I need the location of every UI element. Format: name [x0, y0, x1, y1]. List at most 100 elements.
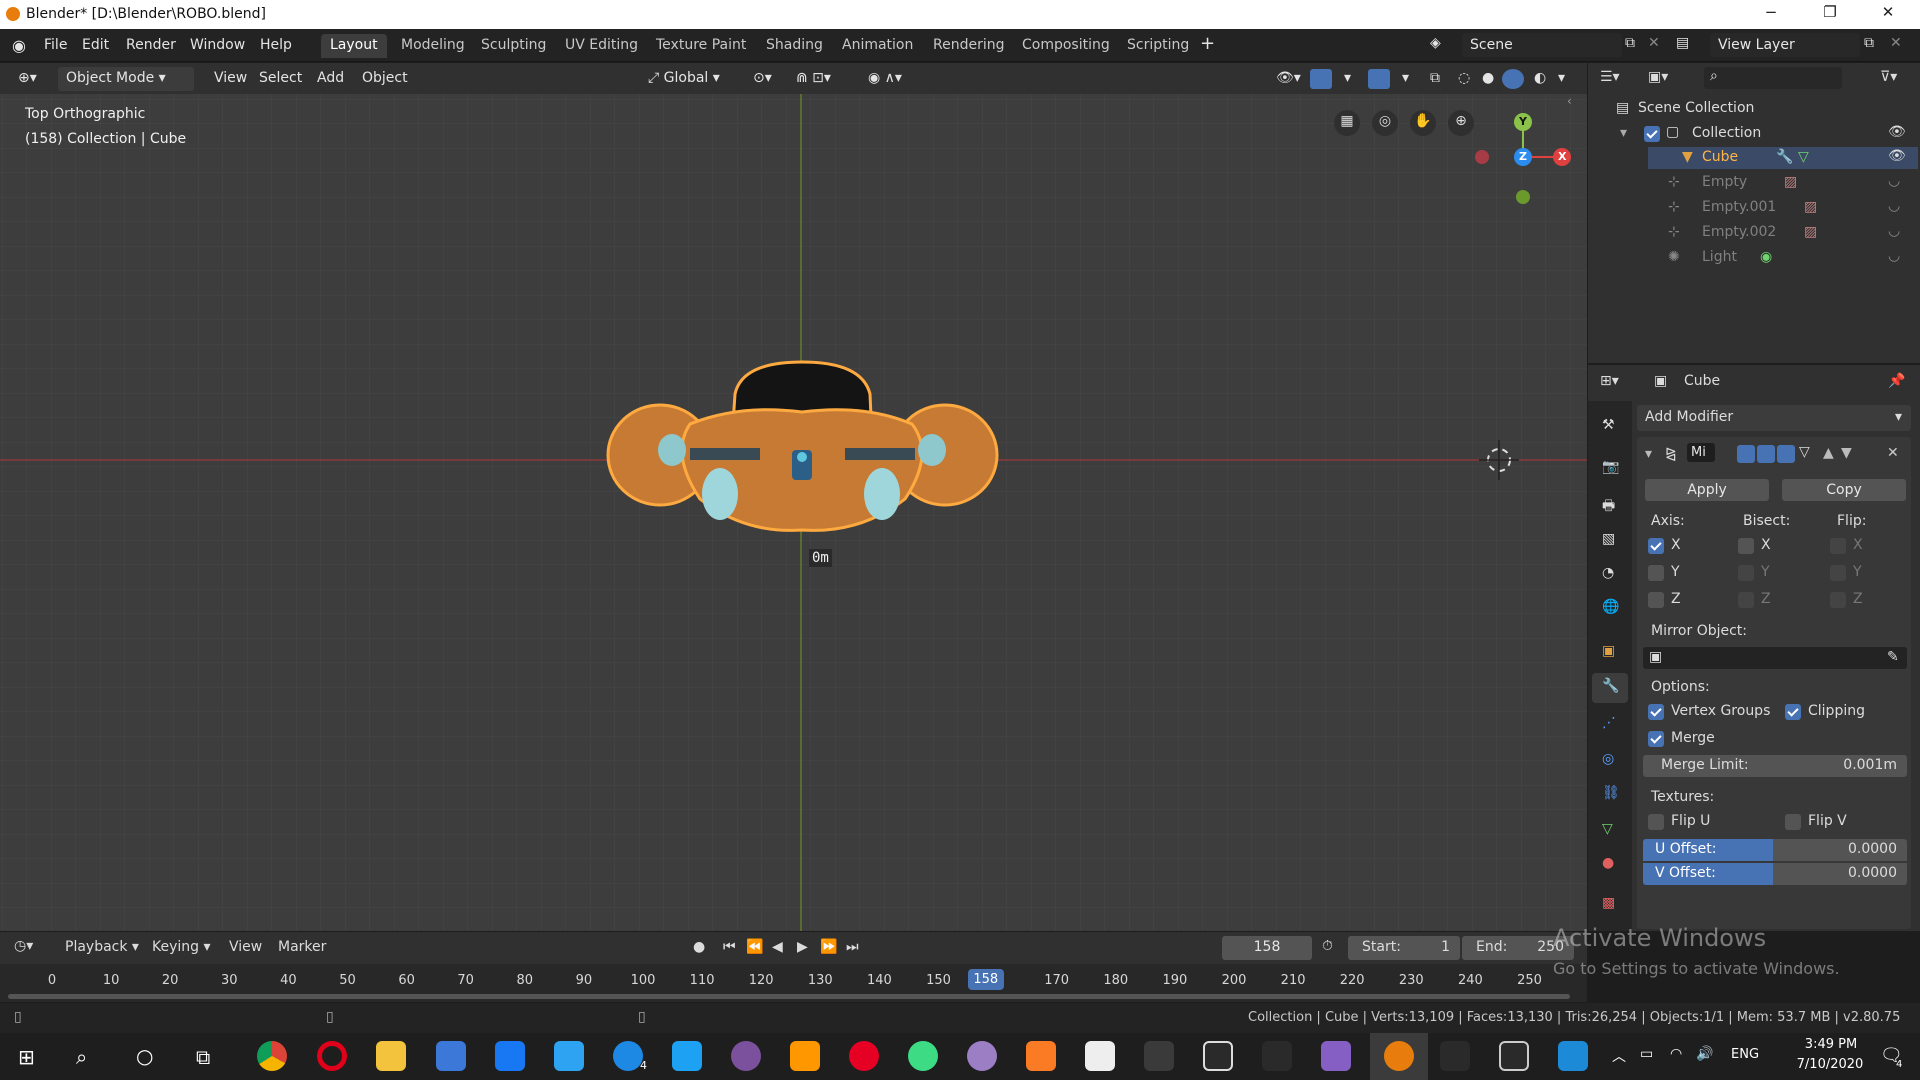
shading-dropdown-icon[interactable]: ▾ — [1550, 67, 1573, 91]
blender-menu-icon[interactable]: ◉ — [12, 36, 26, 55]
viber-icon[interactable] — [731, 1041, 761, 1071]
messenger-icon[interactable] — [613, 1041, 643, 1071]
notepad-icon[interactable] — [1085, 1041, 1115, 1071]
task-view-icon[interactable]: ⧉ — [196, 1045, 210, 1069]
tab-uv-editing[interactable]: UV Editing — [556, 34, 647, 58]
add-modifier-dropdown[interactable]: Add Modifier ▾ — [1637, 405, 1911, 431]
vertex-groups-checkbox[interactable] — [1648, 704, 1664, 720]
scene-tab-icon[interactable]: ◔ — [1602, 565, 1614, 581]
bisect-x-checkbox[interactable] — [1738, 538, 1754, 554]
close-button[interactable]: ✕ — [1873, 3, 1903, 25]
clock-time[interactable]: 3:49 PM — [1800, 1037, 1862, 1052]
pivot-icon[interactable]: ⊙▾ — [745, 67, 780, 91]
u-offset-slider[interactable]: U Offset: 0.0000 — [1643, 839, 1907, 861]
timeline-scrollbar[interactable] — [8, 994, 1570, 999]
collection-expand-icon[interactable]: ▾ — [1620, 125, 1627, 141]
apply-button[interactable]: Apply — [1645, 479, 1769, 501]
tab-shading[interactable]: Shading — [757, 34, 832, 58]
gizmo-z-label[interactable]: Z — [1519, 150, 1527, 163]
material-shading-icon[interactable] — [1502, 69, 1524, 89]
tab-scripting[interactable]: Scripting — [1118, 34, 1198, 58]
menu-edit[interactable]: Edit — [82, 37, 109, 53]
properties-editor-type-icon[interactable]: ⊞▾ — [1600, 373, 1619, 389]
visual-studio-icon[interactable] — [1321, 1041, 1351, 1071]
texture-tab-icon[interactable]: ▩ — [1602, 895, 1615, 911]
flip-v-checkbox[interactable] — [1785, 814, 1801, 830]
light-data-icon[interactable]: ◉ — [1760, 249, 1772, 265]
sublime-icon[interactable] — [790, 1041, 820, 1071]
playback-menu[interactable]: Playback ▾ — [65, 939, 139, 955]
unity-editor-icon[interactable] — [1440, 1041, 1470, 1071]
pin-icon[interactable]: 📌 — [1888, 373, 1905, 389]
play-icon[interactable]: ▶ — [797, 939, 808, 955]
battery-icon[interactable]: ▭ — [1640, 1046, 1653, 1062]
minimize-button[interactable]: − — [1756, 3, 1786, 25]
maximize-button[interactable]: ❐ — [1815, 3, 1845, 25]
flip-x-checkbox[interactable] — [1830, 538, 1846, 554]
volume-icon[interactable]: 🔊 — [1696, 1046, 1713, 1062]
tab-sculpting[interactable]: Sculpting — [472, 34, 555, 58]
frame-ruler[interactable]: 0 10 20 30 40 50 60 70 80 90 100 110 120 130 140 150 158… — [0, 964, 1587, 1002]
new-view-layer-icon[interactable]: ⧉ — [1864, 35, 1874, 51]
opera-icon[interactable] — [317, 1041, 347, 1071]
menu-select[interactable]: Select — [251, 67, 310, 91]
search-icon[interactable]: ⌕ — [76, 1045, 87, 1069]
new-scene-icon[interactable]: ⧉ — [1625, 35, 1635, 51]
gizmo-y-label[interactable]: Y — [1519, 115, 1527, 128]
bisect-y-checkbox[interactable] — [1738, 565, 1754, 581]
pan-hand-icon[interactable]: ✋ — [1410, 110, 1436, 136]
outliner-search-input[interactable]: ⌕ — [1704, 67, 1842, 89]
zoom-icon[interactable]: ⊕ — [1448, 110, 1474, 136]
scene-selector-icon[interactable]: ◈ — [1430, 35, 1441, 51]
axis-y-checkbox[interactable] — [1648, 565, 1664, 581]
empty-hidden-icon[interactable]: ◡ — [1888, 223, 1900, 239]
facebook-icon[interactable] — [495, 1041, 525, 1071]
camera-view-icon[interactable]: ◎ — [1372, 110, 1398, 136]
image-data-icon[interactable]: ▨ — [1804, 224, 1817, 240]
v-offset-slider[interactable]: V Offset: 0.0000 — [1643, 863, 1907, 885]
media-icon[interactable] — [1558, 1041, 1588, 1071]
add-workspace-icon[interactable]: + — [1200, 33, 1215, 54]
unity-hub-icon[interactable] — [1203, 1041, 1233, 1071]
tab-modeling[interactable]: Modeling — [392, 34, 474, 58]
realtime-toggle-icon[interactable] — [1757, 445, 1775, 463]
jump-start-icon[interactable]: ⏮ — [723, 939, 736, 955]
tab-layout[interactable]: Layout — [321, 34, 387, 58]
menu-object[interactable]: Object — [354, 67, 416, 91]
empty-hidden-icon[interactable]: ◡ — [1888, 173, 1900, 189]
keying-menu[interactable]: Keying ▾ — [152, 939, 211, 955]
move-down-icon[interactable]: ▼ — [1841, 445, 1852, 461]
outliner-row-empty-001[interactable]: ⊹ Empty.001 ▨ ◡ — [1648, 197, 1918, 219]
render-tab-icon[interactable]: 📷 — [1602, 459, 1619, 475]
marker-menu[interactable]: Marker — [278, 939, 326, 955]
gizmo-x-label[interactable]: X — [1558, 150, 1566, 163]
record-icon[interactable]: ● — [693, 939, 705, 955]
playhead-frame-label[interactable]: 158 — [967, 969, 1004, 990]
proportional-edit-icon[interactable]: ◉ ∧▾ — [860, 67, 910, 91]
clock-date[interactable]: 7/10/2020 — [1792, 1057, 1868, 1072]
mesh-data-icon[interactable]: ▽ — [1798, 149, 1809, 165]
visibility-icon[interactable]: 👁▾ — [1268, 67, 1309, 91]
menu-window[interactable]: Window — [190, 37, 245, 53]
timeline-editor-type-icon[interactable]: ◷▾ — [14, 938, 33, 954]
filter-icon[interactable]: ⊽▾ — [1880, 69, 1897, 85]
sidebar-toggle-icon[interactable]: ‹ — [1555, 94, 1587, 114]
timeline-view-menu[interactable]: View — [229, 939, 262, 955]
menu-add[interactable]: Add — [309, 67, 352, 91]
light-hidden-icon[interactable]: ◡ — [1888, 248, 1900, 264]
mirror-object-field[interactable]: ▣ ✎ — [1643, 647, 1907, 669]
remove-scene-icon[interactable]: ✕ — [1648, 35, 1660, 51]
tab-compositing[interactable]: Compositing — [1013, 34, 1119, 58]
jump-end-icon[interactable]: ⏭ — [846, 939, 859, 955]
cage-toggle-icon[interactable]: ▽ — [1799, 444, 1810, 460]
physics-tab-icon[interactable]: ◎ — [1602, 751, 1614, 767]
overlay-toggle-icon[interactable] — [1368, 69, 1390, 89]
gizmo-toggle-icon[interactable] — [1310, 69, 1332, 89]
remove-view-layer-icon[interactable]: ✕ — [1890, 35, 1902, 51]
axis-z-checkbox[interactable] — [1648, 592, 1664, 608]
particles-tab-icon[interactable]: ⋰ — [1602, 715, 1616, 731]
empty-hidden-icon[interactable]: ◡ — [1888, 198, 1900, 214]
outliner-row-empty[interactable]: ⊹ Empty ▨ ◡ — [1648, 172, 1918, 194]
copy-button[interactable]: Copy — [1782, 479, 1906, 501]
cube-eye-icon[interactable]: 👁 — [1888, 148, 1906, 164]
